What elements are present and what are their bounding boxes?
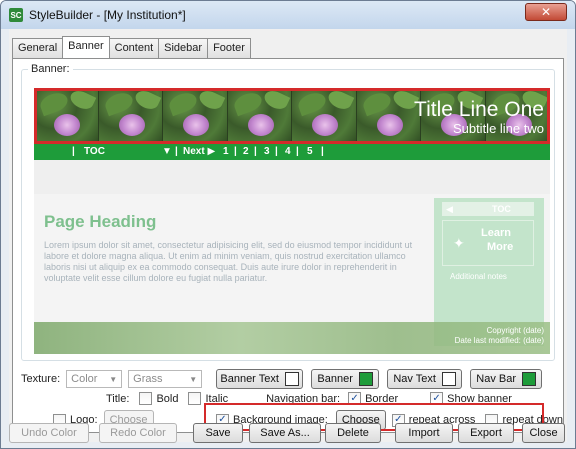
nav-separator: | xyxy=(296,146,299,157)
banner-text-swatch xyxy=(284,372,299,386)
sidebar-toc-arrow-icon: ◀ xyxy=(446,204,453,214)
nav-page-4: 4 xyxy=(285,146,291,157)
nav-page-5: 5 xyxy=(307,146,313,157)
nav-separator: | xyxy=(72,146,75,157)
preview-content-strip xyxy=(34,160,550,194)
nav-separator: | xyxy=(175,146,178,157)
title-label: Title: xyxy=(106,392,130,405)
chevron-down-icon: ▼ xyxy=(109,374,118,384)
window-close-button[interactable]: ✕ xyxy=(525,3,567,21)
banner-group-legend: Banner: xyxy=(28,63,73,75)
save-as-button[interactable]: Save As... xyxy=(249,423,321,443)
banner-color-label: Banner xyxy=(317,373,353,385)
redo-color-button[interactable]: Redo Color xyxy=(99,423,177,443)
tab-general[interactable]: General xyxy=(12,38,64,58)
bold-checkbox[interactable] xyxy=(139,392,153,405)
nav-separator: | xyxy=(254,146,257,157)
title-bar[interactable]: SC StyleBuilder - [My Institution*] ✕ xyxy=(1,1,575,29)
bold-label: Bold xyxy=(156,392,179,405)
nav-separator: | xyxy=(321,146,324,157)
sidebar-learn-more: ✦ Learn More xyxy=(442,220,534,266)
nav-text-color-button[interactable]: Nav Text xyxy=(387,369,463,389)
nav-page-1: 1 xyxy=(223,146,229,157)
more-label: More xyxy=(487,241,514,253)
sidebar-notes: Additional notes xyxy=(450,272,507,281)
undo-color-button[interactable]: Undo Color xyxy=(9,423,89,443)
banner-tab-pane: Banner: Title Line One Subtitle line two xyxy=(12,58,564,433)
nav-next: Next ▶ xyxy=(183,146,216,157)
nav-text-color-label: Nav Text xyxy=(393,373,436,385)
nav-separator: | xyxy=(234,146,237,157)
tab-content[interactable]: Content xyxy=(108,38,160,58)
texture-pattern-value: Grass xyxy=(133,373,163,385)
save-button[interactable]: Save xyxy=(193,423,243,443)
sparkle-icon: ✦ xyxy=(453,235,465,251)
tab-sidebar[interactable]: Sidebar xyxy=(158,38,209,58)
nav-bar-swatch xyxy=(522,372,537,386)
window-title: StyleBuilder - [My Institution*] xyxy=(29,8,186,22)
preview-copyright: Copyright (date) xyxy=(486,326,544,335)
export-button[interactable]: Export xyxy=(458,423,514,443)
sidebar-toc: ◀ TOC xyxy=(442,202,534,216)
nav-toc-dropdown-icon: ▼ xyxy=(162,146,172,157)
banner-swatch xyxy=(358,372,373,386)
texture-type-value: Color xyxy=(71,373,98,385)
nav-text-swatch xyxy=(441,372,456,386)
texture-row: Texture: Color ▼ Grass ▼ Banner Text Ban… xyxy=(21,369,543,389)
preview-page-heading: Page Heading xyxy=(44,212,157,231)
close-button[interactable]: Close xyxy=(522,423,565,443)
texture-type-select[interactable]: Color ▼ xyxy=(66,370,123,388)
banner-text-color-button[interactable]: Banner Text xyxy=(216,369,304,389)
preview-last-modified: Date last modified: (date) xyxy=(454,336,544,345)
tab-footer[interactable]: Footer xyxy=(207,38,251,58)
sidebar-toc-label: TOC xyxy=(492,204,511,214)
texture-label: Texture: xyxy=(21,373,61,385)
nav-bar-color-label: Nav Bar xyxy=(476,373,517,385)
texture-pattern-select[interactable]: Grass ▼ xyxy=(128,370,203,388)
preview-nav-bar: | TOC ▼ | Next ▶ 1 | 2 | 3 | 4 | 5 | xyxy=(34,144,550,160)
banner-text-color-label: Banner Text xyxy=(220,373,279,385)
nav-toc: TOC xyxy=(84,146,105,157)
banner-preview: Title Line One Subtitle line two | TOC ▼… xyxy=(34,88,550,354)
preview-body-text: Lorem ipsum dolor sit amet, consectetur … xyxy=(44,240,413,283)
learn-label: Learn xyxy=(481,227,511,239)
delete-button[interactable]: Delete xyxy=(325,423,381,443)
chevron-down-icon: ▼ xyxy=(189,374,198,384)
app-icon: SC xyxy=(9,8,23,22)
stylebuilder-window: SC StyleBuilder - [My Institution*] ✕ Ge… xyxy=(0,0,576,449)
client-area: General Banner Content Sidebar Footer Ba… xyxy=(9,29,567,443)
banner-highlight-outline xyxy=(34,88,550,144)
italic-checkbox[interactable] xyxy=(188,392,202,405)
nav-bar-color-button[interactable]: Nav Bar xyxy=(470,369,543,389)
banner-group: Banner: Title Line One Subtitle line two xyxy=(21,63,555,361)
tab-strip: General Banner Content Sidebar Footer xyxy=(12,36,251,58)
nav-separator: | xyxy=(275,146,278,157)
tab-banner[interactable]: Banner xyxy=(62,36,110,58)
import-button[interactable]: Import xyxy=(395,423,453,443)
nav-page-2: 2 xyxy=(243,146,249,157)
banner-color-button[interactable]: Banner xyxy=(311,369,380,389)
nav-page-3: 3 xyxy=(264,146,270,157)
